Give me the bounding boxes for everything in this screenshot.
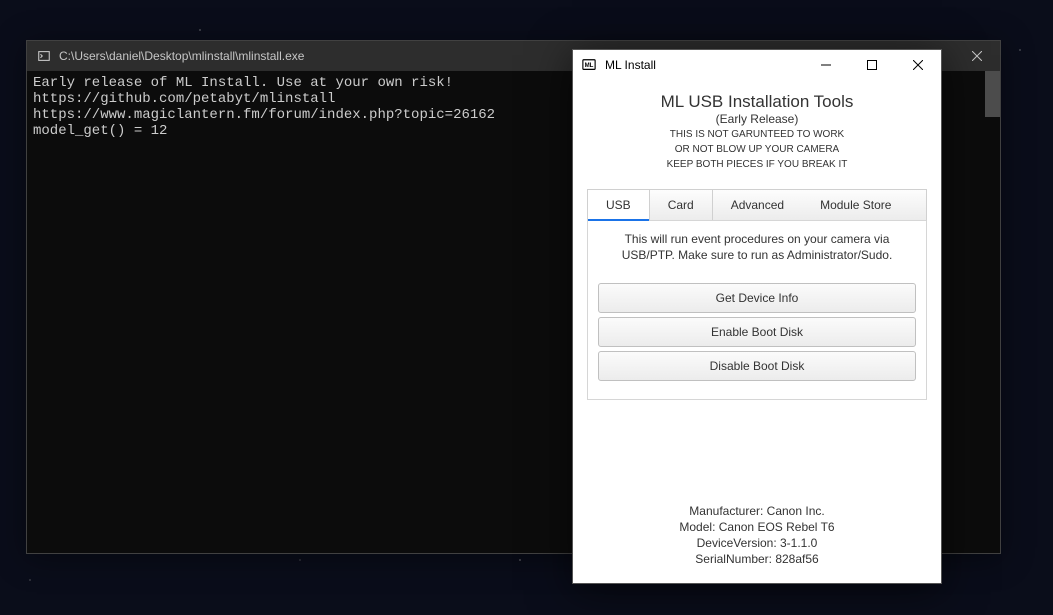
ml-tabs: USB Card Advanced Module Store xyxy=(587,189,927,221)
ml-subtitle: (Early Release) xyxy=(587,112,927,126)
ml-warning-line: KEEP BOTH PIECES IF YOU BREAK IT xyxy=(587,158,927,171)
ml-install-window: ML ML Install ML USB Installation Tools … xyxy=(572,49,942,584)
terminal-close-button[interactable] xyxy=(954,41,1000,71)
enable-boot-disk-button[interactable]: Enable Boot Disk xyxy=(598,317,916,347)
ml-window-title: ML Install xyxy=(605,58,803,72)
ml-warning-line: OR NOT BLOW UP YOUR CAMERA xyxy=(587,143,927,156)
terminal-scrollbar[interactable] xyxy=(985,71,1000,553)
ml-content-area: ML USB Installation Tools (Early Release… xyxy=(573,80,941,583)
device-manufacturer: Manufacturer: Canon Inc. xyxy=(587,503,927,519)
terminal-icon xyxy=(37,49,51,63)
ml-usb-panel: This will run event procedures on your c… xyxy=(587,221,927,400)
ml-titlebar[interactable]: ML ML Install xyxy=(573,50,941,80)
terminal-scroll-thumb[interactable] xyxy=(985,71,1000,117)
tab-usb[interactable]: USB xyxy=(588,190,650,220)
tab-advanced[interactable]: Advanced xyxy=(713,190,802,220)
get-device-info-button[interactable]: Get Device Info xyxy=(598,283,916,313)
disable-boot-disk-button[interactable]: Disable Boot Disk xyxy=(598,351,916,381)
device-info: Manufacturer: Canon Inc. Model: Canon EO… xyxy=(587,503,927,567)
ml-app-icon: ML xyxy=(581,57,597,73)
device-model: Model: Canon EOS Rebel T6 xyxy=(587,519,927,535)
ml-maximize-button[interactable] xyxy=(849,50,895,80)
ml-close-button[interactable] xyxy=(895,50,941,80)
ml-minimize-button[interactable] xyxy=(803,50,849,80)
ml-warning-line: THIS IS NOT GARUNTEED TO WORK xyxy=(587,128,927,141)
ml-heading: ML USB Installation Tools xyxy=(587,92,927,112)
tab-card[interactable]: Card xyxy=(650,190,713,220)
svg-text:ML: ML xyxy=(585,62,594,69)
device-serial: SerialNumber: 828af56 xyxy=(587,551,927,567)
ml-usb-description: This will run event procedures on your c… xyxy=(598,231,916,263)
device-version: DeviceVersion: 3-1.1.0 xyxy=(587,535,927,551)
tab-module-store[interactable]: Module Store xyxy=(802,190,909,220)
